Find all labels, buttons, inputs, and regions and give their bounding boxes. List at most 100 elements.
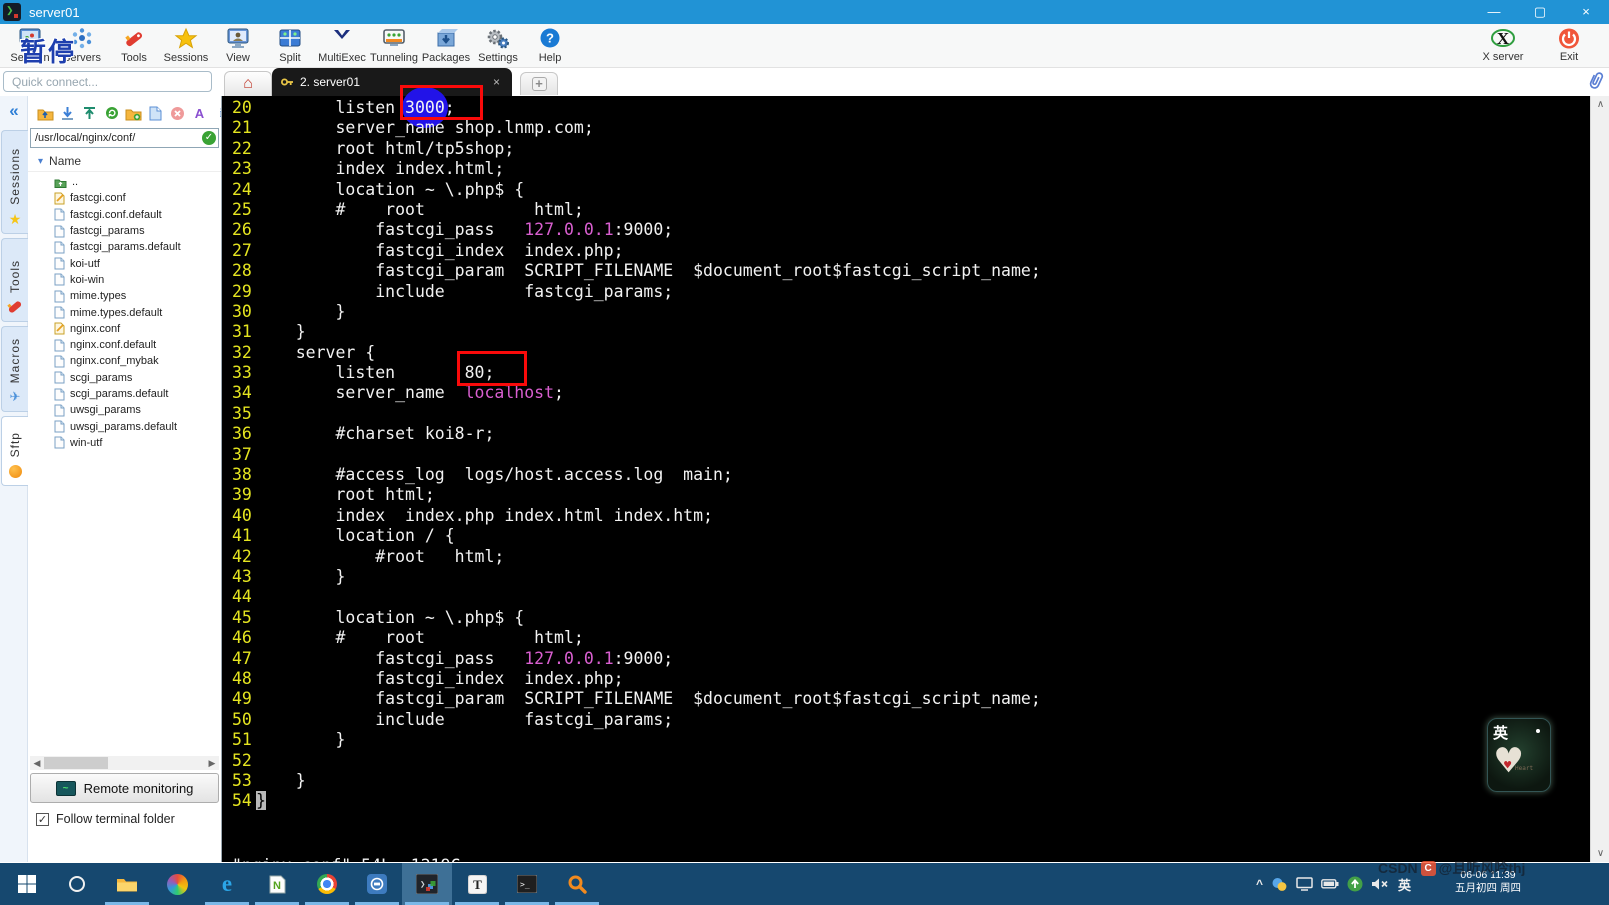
packages-button[interactable]: Packages (420, 25, 472, 67)
tray-messenger[interactable] (1271, 877, 1288, 892)
terminal-scrollbar[interactable]: ∧ ∨ (1590, 96, 1609, 862)
sidebar-tab-sftp[interactable]: Sftp (1, 416, 28, 486)
taskbar-start-button[interactable] (2, 863, 52, 905)
close-button[interactable]: × (1563, 0, 1609, 24)
line-number: 27 (232, 240, 252, 260)
file-row[interactable]: nginx.conf.default (28, 337, 221, 353)
tab-close-icon[interactable]: × (489, 75, 504, 89)
file-row[interactable]: fastcgi.conf (28, 190, 221, 206)
annotated-value: } (256, 791, 266, 811)
xserver-button[interactable]: X X server (1477, 24, 1529, 66)
sidebar-tab-sessions[interactable]: Sessions ★ (1, 130, 28, 234)
tray-volume-muted[interactable] (1371, 877, 1390, 891)
taskbar-pinwheel-button[interactable] (152, 863, 202, 905)
file-row[interactable]: fastcgi_params.default (28, 239, 221, 255)
xserver-icon: X (1489, 26, 1517, 50)
file-row[interactable]: mime.types.default (28, 304, 221, 320)
file-row[interactable]: koi-win (28, 272, 221, 288)
terminal[interactable]: 20 listen 3000; 21 server_name shop.lnmp.… (222, 96, 1590, 905)
code-line-54: 54} (222, 791, 1590, 811)
plus-icon: + (531, 77, 547, 91)
scroll-left-icon[interactable]: ◀ (30, 756, 44, 770)
tools-button[interactable]: Tools (108, 25, 160, 67)
tray-battery[interactable] (1321, 879, 1339, 889)
code-line-29: 29 include fastcgi_params; (222, 282, 1590, 302)
file-row[interactable]: nginx.conf (28, 321, 221, 337)
maximize-button[interactable]: ▢ (1517, 0, 1563, 24)
code-line-32: 32 server { (222, 343, 1590, 363)
refresh-icon[interactable] (102, 104, 121, 122)
path-ok-icon[interactable]: ✓ (202, 131, 216, 145)
scroll-down-icon[interactable]: ∨ (1591, 845, 1609, 862)
taskbar-mobaxterm-button[interactable]: ❯ (402, 863, 452, 905)
go-up-icon[interactable] (36, 104, 55, 122)
delete-icon[interactable] (168, 104, 187, 122)
minimize-button[interactable]: — (1471, 0, 1517, 24)
taskbar-cmd-button[interactable]: >_ (502, 863, 552, 905)
horizontal-scrollbar[interactable]: ◀ ▶ (30, 756, 219, 770)
taskbar-explorer-button[interactable] (102, 863, 152, 905)
path-input[interactable] (30, 128, 219, 148)
view-button[interactable]: View (212, 25, 264, 67)
sidebar-tab-tools[interactable]: Tools (1, 238, 28, 322)
info-icon[interactable]: i (212, 104, 221, 122)
taskbar-chrome-button[interactable] (302, 863, 352, 905)
upload-icon[interactable] (80, 104, 99, 122)
taskbar-vmware-button[interactable] (352, 863, 402, 905)
new-tab-button[interactable]: + (520, 72, 558, 95)
tray-hidden-icons[interactable]: ^ (1256, 877, 1263, 891)
file-row[interactable]: koi-utf (28, 255, 221, 271)
taskbar-typora-button[interactable]: T (452, 863, 502, 905)
quick-connect-input[interactable] (3, 71, 212, 92)
help-button[interactable]: ? Help (524, 25, 576, 67)
follow-checkbox[interactable]: ✓ (36, 812, 49, 826)
download-icon[interactable] (58, 104, 77, 122)
multiexec-button[interactable]: MultiExec (316, 25, 368, 67)
file-name: fastcgi.conf (70, 192, 126, 205)
taskbar-apps: e N ❯ T >_ (2, 863, 602, 905)
toolbar-buttons: Session Servers Tools Sessions View Split Mult… (0, 25, 576, 67)
file-row[interactable]: nginx.conf_mybak (28, 353, 221, 369)
file-list: .. fastcgi.conf fastcgi.conf.default fastcg… (28, 172, 221, 451)
exit-button[interactable]: Exit (1543, 24, 1595, 66)
split-button[interactable]: Split (264, 25, 316, 67)
taskbar-search-button[interactable] (552, 863, 602, 905)
taskbar-edge-button[interactable]: e (202, 863, 252, 905)
tray-display[interactable] (1296, 877, 1313, 891)
edge-icon: e (221, 871, 233, 896)
scrollbar-thumb[interactable] (44, 757, 108, 769)
file-row[interactable]: fastcgi_params (28, 223, 221, 239)
tab-home[interactable]: ⌂ (224, 71, 272, 96)
new-file-icon[interactable] (146, 104, 165, 122)
remote-monitoring-button[interactable]: ~ Remote monitoring (30, 773, 219, 803)
highlighted-value: 127.0.0.1 (524, 648, 614, 668)
file-row[interactable]: uwsgi_params.default (28, 418, 221, 434)
file-row[interactable]: fastcgi.conf.default (28, 207, 221, 223)
tunneling-button[interactable]: Tunneling (368, 25, 420, 67)
file-row[interactable]: .. (28, 174, 221, 190)
sidebar-tab-macros[interactable]: Macros ✈ (1, 326, 28, 412)
tray-net-upload[interactable] (1347, 876, 1363, 892)
line-number: 44 (232, 587, 252, 607)
taskbar-notepadpp-button[interactable]: N (252, 863, 302, 905)
taskbar-cortana-button[interactable] (52, 863, 102, 905)
settings-button[interactable]: Settings (472, 25, 524, 67)
new-folder-icon[interactable] (124, 104, 143, 122)
file-row[interactable]: uwsgi_params (28, 402, 221, 418)
file-name: mime.types (70, 290, 127, 303)
attachment-paperclip-icon[interactable] (1582, 68, 1607, 98)
scroll-right-icon[interactable]: ▶ (205, 756, 219, 770)
code-text: server { (256, 342, 376, 362)
file-row[interactable]: mime.types (28, 288, 221, 304)
file-row[interactable]: scgi_params.default (28, 386, 221, 402)
follow-terminal-folder[interactable]: ✓ Follow terminal folder (36, 812, 175, 826)
sessions-button[interactable]: Sessions (160, 25, 212, 67)
rename-icon[interactable]: A (190, 104, 209, 122)
code-line-50: 50 include fastcgi_params; (222, 710, 1590, 730)
sidebar-collapse-button[interactable]: « (0, 96, 28, 126)
file-row[interactable]: win-utf (28, 435, 221, 451)
code-text: include fastcgi_params; (256, 281, 674, 301)
file-row[interactable]: scgi_params (28, 370, 221, 386)
scroll-up-icon[interactable]: ∧ (1591, 96, 1609, 113)
file-list-header[interactable]: ▾ Name (28, 148, 221, 172)
